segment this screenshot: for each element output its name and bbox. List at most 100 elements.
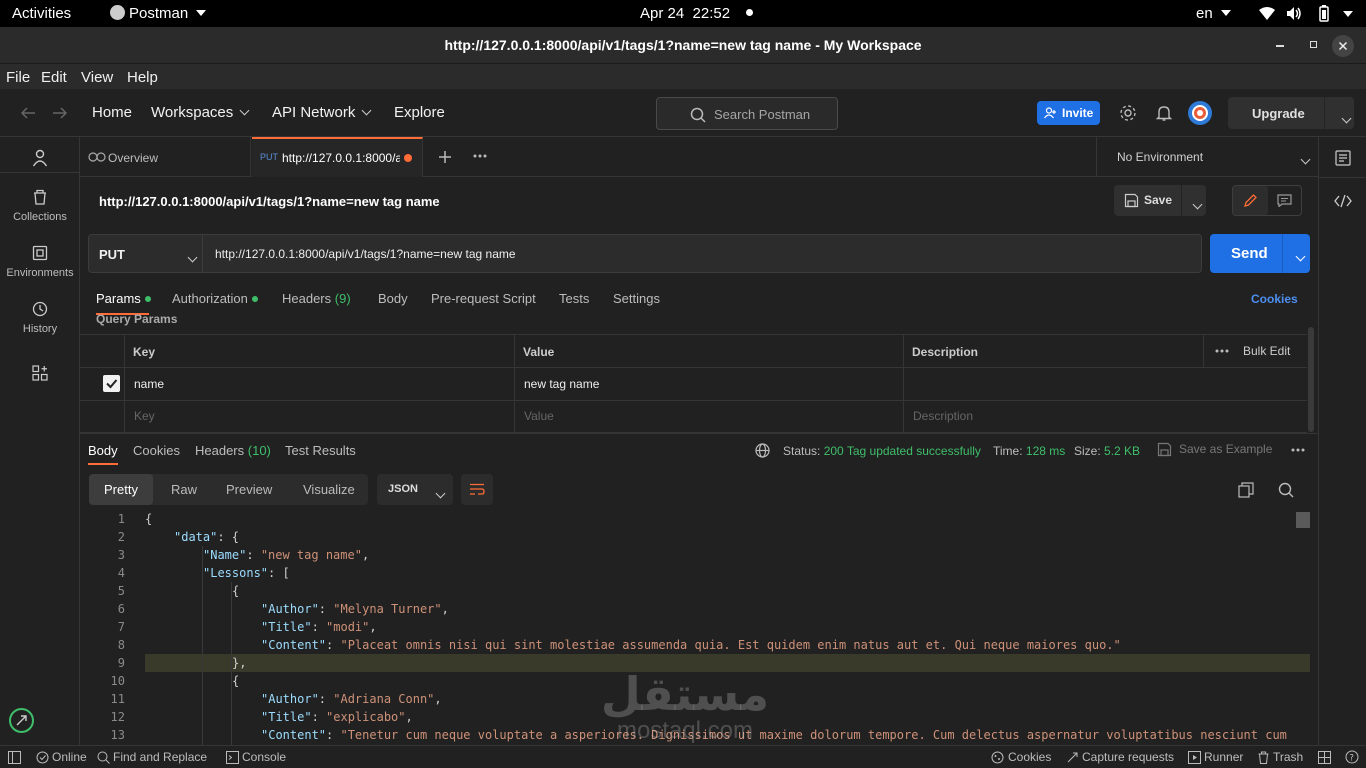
tab-settings[interactable]: Settings [613,291,660,306]
plus-icon[interactable] [438,150,452,164]
trash-button[interactable]: Trash [1273,750,1303,764]
param-checkbox[interactable] [103,375,120,392]
view-raw[interactable]: Raw [171,482,197,497]
response-body-code[interactable]: 1{2 "data": {3 "Name": "new tag name", 4 "Le… [80,510,1310,745]
help-icon[interactable]: ? [1345,750,1359,764]
menu-edit[interactable]: Edit [41,69,67,86]
globe-icon[interactable] [755,443,770,458]
edit-button[interactable] [1233,186,1268,215]
sidebar-item-configure[interactable] [0,365,80,381]
wifi-icon[interactable] [1258,6,1276,21]
avatar[interactable] [1188,101,1212,125]
menu-view[interactable]: View [81,69,113,86]
maximize-icon[interactable] [1310,41,1317,48]
search-icon[interactable] [1278,482,1294,498]
forward-arrow-icon[interactable] [52,106,68,120]
json-key: "Name" [203,548,247,562]
response-tab-cookies[interactable]: Cookies [133,443,180,458]
params-scrollbar[interactable] [1308,327,1314,432]
online-status[interactable]: Online [52,750,87,764]
minimize-icon[interactable] [1276,45,1284,47]
param-value[interactable]: new tag name [524,377,599,391]
sidebar-toggle-icon[interactable] [8,751,21,764]
save-button[interactable]: Save [1114,185,1206,216]
tab-headers[interactable]: Headers (9) [282,291,351,306]
input-language[interactable]: en [1196,5,1231,22]
tab-authorization[interactable]: Authorization [172,291,258,306]
bootcamp-progress[interactable] [9,708,34,733]
response-tab-headers[interactable]: Headers (10) [195,443,271,458]
console-button[interactable]: Console [242,750,286,764]
tab-overview[interactable]: Overview [80,137,251,177]
save-as-example-button[interactable]: Save as Example [1179,442,1272,456]
window-title: http://127.0.0.1:8000/api/v1/tags/1?name… [444,37,922,53]
url-input[interactable]: http://127.0.0.1:8000/api/v1/tags/1?name… [203,234,1202,273]
two-pane-layout-icon[interactable] [1318,751,1331,764]
tab-prerequest-script[interactable]: Pre-request Script [431,291,536,306]
response-headers-count: (10) [247,443,271,458]
find-replace-button[interactable]: Find and Replace [113,750,207,764]
dropdown-triangle-icon[interactable] [1343,11,1353,17]
response-size[interactable]: Size: 5.2 KB [1074,444,1140,458]
code-scrollbar-thumb[interactable] [1296,512,1310,528]
view-pretty[interactable]: Pretty [89,474,153,505]
sidebar-item-collections[interactable]: Collections [0,189,80,223]
method-select[interactable]: PUT [88,234,203,273]
battery-icon[interactable] [1318,5,1330,22]
tab-active-request[interactable]: PUT http://127.0.0.1:8000/aj [252,137,423,177]
more-horizontal-icon[interactable] [1291,448,1305,452]
tab-params[interactable]: Params [96,291,151,306]
send-button[interactable]: Send [1210,234,1310,273]
bulk-edit-link[interactable]: Bulk Edit [1243,344,1290,358]
cookies-button[interactable]: Cookies [1008,750,1051,764]
nav-api-network[interactable]: API Network [272,104,372,121]
nav-workspaces[interactable]: Workspaces [151,104,250,121]
nav-home[interactable]: Home [92,104,132,121]
view-preview[interactable]: Preview [226,482,272,497]
comment-icon[interactable] [1277,194,1292,207]
more-horizontal-icon[interactable] [1215,349,1229,353]
volume-icon[interactable] [1286,6,1302,21]
nav-explore[interactable]: Explore [394,104,445,121]
gear-icon[interactable] [1119,104,1137,122]
environment-quick-look-icon[interactable] [1335,150,1351,166]
tab-tests[interactable]: Tests [559,291,589,306]
cookies-link[interactable]: Cookies [1251,292,1298,306]
param-key[interactable]: name [134,377,164,391]
tab-body[interactable]: Body [378,291,408,306]
response-time[interactable]: Time: 128 ms [993,444,1065,458]
activities-button[interactable]: Activities [12,5,71,22]
response-status[interactable]: Status: 200 Tag updated successfully [783,444,981,458]
back-arrow-icon[interactable] [20,106,36,120]
upgrade-button[interactable]: Upgrade [1228,97,1354,129]
new-param-value[interactable]: Value [524,409,554,423]
new-param-description[interactable]: Description [913,409,973,423]
sidebar-item-environments[interactable]: Environments [0,245,80,279]
search-input[interactable]: Search Postman [656,97,838,130]
capture-requests-button[interactable]: Capture requests [1082,750,1174,764]
sidebar-item-history[interactable]: History [0,301,80,335]
request-title[interactable]: http://127.0.0.1:8000/api/v1/tags/1?name… [99,194,440,209]
sidebar-item-profile[interactable] [0,149,80,167]
response-tab-body[interactable]: Body [88,443,118,458]
menu-help[interactable]: Help [127,69,158,86]
view-visualize[interactable]: Visualize [303,482,355,497]
close-button[interactable] [1332,35,1354,57]
chevron-down-icon[interactable] [1295,251,1306,262]
invite-button[interactable]: Invite [1037,101,1100,125]
environment-select[interactable]: No Environment [1096,137,1318,177]
copy-icon[interactable] [1238,482,1254,498]
wrap-lines-button[interactable] [461,474,493,505]
chevron-down-icon[interactable] [1192,199,1203,210]
menu-file[interactable]: File [6,69,30,86]
code-icon[interactable] [1334,194,1352,208]
chevron-down-icon[interactable] [1341,113,1352,124]
bell-icon[interactable] [1156,104,1172,122]
app-menu[interactable]: Postman [110,5,207,22]
more-horizontal-icon[interactable] [473,154,487,158]
new-param-key[interactable]: Key [134,409,155,423]
response-tab-test-results[interactable]: Test Results [285,443,356,458]
runner-button[interactable]: Runner [1204,750,1243,764]
clock[interactable]: Apr 24 22:52 [640,5,754,22]
format-select[interactable]: JSON [377,474,453,505]
